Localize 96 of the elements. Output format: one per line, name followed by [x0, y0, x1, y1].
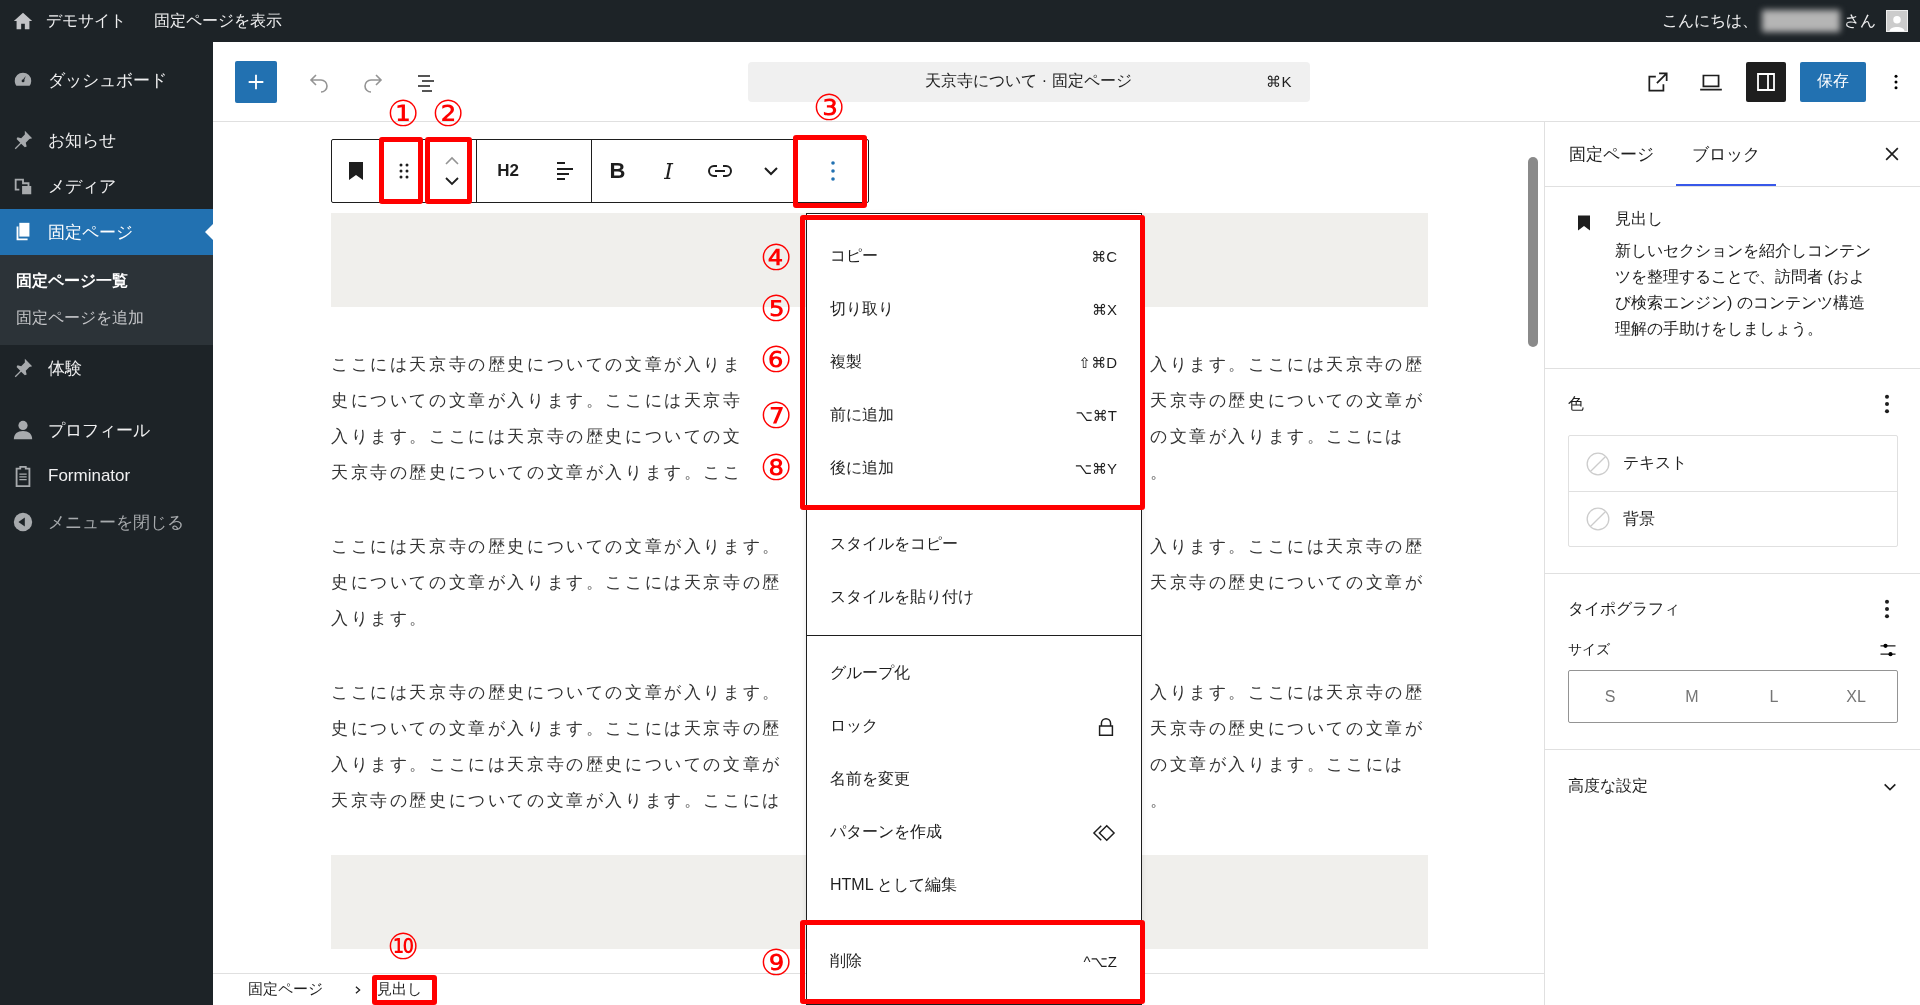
annotation-number: ⑩	[387, 927, 420, 967]
menu-item[interactable]: グループ化	[807, 647, 1141, 700]
submenu-item[interactable]: 固定ページ一覧	[0, 263, 213, 300]
annotation-number: ⑥	[760, 340, 793, 380]
sidebar-item[interactable]: プロフィール	[0, 407, 213, 453]
home-icon[interactable]	[12, 10, 34, 32]
pin-icon	[12, 129, 34, 151]
paragraph-text: 天京寺の歴史についての文章が入ります。ここ	[331, 463, 743, 482]
pin-icon	[12, 357, 34, 379]
paragraph-text: 入ります。	[331, 609, 429, 628]
honorific-text: さん	[1844, 10, 1876, 31]
color-option[interactable]: テキスト	[1569, 436, 1897, 491]
paragraph-text: の文章が入ります。ここには	[1150, 754, 1405, 776]
paragraph-text: の文章が入ります。ここには	[1150, 426, 1405, 448]
empty-swatch-icon	[1585, 506, 1611, 532]
collapse-icon	[12, 511, 34, 533]
block-title: 見出し	[1615, 209, 1664, 229]
breadcrumb-link[interactable]: 見出し	[377, 980, 422, 999]
shortcut-text: ⇧⌘D	[1078, 353, 1117, 372]
sidebar-item[interactable]: Forminator	[0, 453, 213, 499]
panel-tab[interactable]: 固定ページ	[1553, 122, 1670, 186]
annotation-number: ④	[760, 238, 793, 278]
annotation-overlay	[425, 137, 472, 204]
annotation-number: ⑧	[760, 448, 793, 488]
paragraph-text: 。	[1150, 790, 1170, 812]
person-icon	[12, 419, 34, 441]
color-option[interactable]: 背景	[1569, 491, 1897, 546]
section-title: タイポグラフィ	[1568, 598, 1680, 619]
annotation-overlay	[379, 137, 423, 204]
paragraph-text: ここには天京寺の歴史についての文章が入ります。	[331, 537, 782, 556]
annotation-number: ⑦	[760, 396, 793, 436]
menu-item[interactable]: HTML として編集	[807, 859, 1141, 912]
sidebar-item[interactable]: メディア	[0, 163, 213, 209]
annotation-number: ⑤	[760, 289, 793, 329]
shortcut-text: ^⌥Z	[1083, 952, 1117, 971]
annotation-number: ⑨	[760, 943, 793, 983]
shortcut-text: ⌘C	[1091, 247, 1117, 266]
annotation-number: ②	[432, 94, 465, 134]
italic-button[interactable]: I	[645, 140, 692, 202]
size-option[interactable]: M	[1651, 671, 1733, 722]
paragraph-text: 史についての文章が入ります。ここには天京寺の歴	[331, 573, 782, 592]
scrollbar-thumb[interactable]	[1528, 157, 1538, 347]
paragraph-text: 史についての文章が入ります。ここには天京寺の歴	[331, 719, 782, 738]
bold-button[interactable]: B	[594, 140, 641, 202]
paragraph-text: 天京寺の歴史についての文章が	[1150, 718, 1425, 740]
paragraph-text: 入ります。ここには天京寺の歴史についての文章が	[331, 755, 782, 774]
paragraph-text: 入ります。ここには天京寺の歴史についての文	[331, 427, 743, 446]
paragraph-text: 。	[1150, 462, 1170, 484]
menu-item[interactable]: 前に追加 ⌥⌘T	[807, 389, 1141, 442]
shortcut-text: ⌘X	[1092, 300, 1117, 319]
menu-item[interactable]: 名前を変更	[807, 753, 1141, 806]
field-label: サイズ	[1568, 641, 1610, 659]
empty-swatch-icon	[1585, 450, 1611, 477]
heading-level-button[interactable]: H2	[482, 140, 534, 202]
sidebar-toggle-button[interactable]	[1746, 61, 1786, 102]
sidebar-item[interactable]: 固定ページ	[0, 209, 213, 255]
submenu-item[interactable]: 固定ページを追加	[0, 300, 213, 337]
site-name-link[interactable]: デモサイト	[46, 10, 126, 32]
save-button[interactable]: 保存	[1800, 61, 1866, 102]
collapse-menu-button[interactable]: メニューを閉じる	[0, 499, 213, 545]
menu-item[interactable]: パターンを作成	[807, 806, 1141, 859]
size-option[interactable]: L	[1733, 671, 1815, 722]
add-block-button[interactable]	[235, 60, 277, 103]
paragraph-text: 入ります。ここには天京寺の歴	[1150, 682, 1425, 704]
sidebar-item[interactable]: お知らせ	[0, 117, 213, 163]
menu-item[interactable]: 後に追加 ⌥⌘Y	[807, 442, 1141, 495]
size-option[interactable]: S	[1569, 671, 1651, 722]
menu-item[interactable]: 複製 ⇧⌘D	[807, 336, 1141, 389]
section-title: 高度な設定	[1568, 776, 1648, 796]
shortcut-text: ⌥⌘T	[1075, 406, 1117, 425]
breadcrumb-link[interactable]: 固定ページ	[248, 980, 323, 999]
paragraph-text: 入ります。ここには天京寺の歴	[1150, 354, 1425, 376]
menu-item[interactable]: スタイルをコピー	[807, 518, 1141, 571]
paragraph-text: 史についての文章が入ります。ここには天京寺	[331, 391, 743, 410]
view-page-link[interactable]: 固定ページを表示	[154, 10, 282, 32]
paragraph-text: 天京寺の歴史についての文章が	[1150, 390, 1425, 412]
paragraph-text: 入ります。ここには天京寺の歴	[1150, 536, 1425, 558]
sidebar-item[interactable]: 体験	[0, 345, 213, 391]
annotation-overlay	[372, 975, 437, 1005]
block-description: 新しいセクションを紹介しコンテンツを整理することで、訪問者 (および検索エンジン) のコンテンツ構造理解の手助けをしましょう。	[1615, 241, 1872, 339]
bookmark-icon	[1575, 213, 1593, 233]
size-option[interactable]: XL	[1815, 671, 1897, 722]
panel-tab[interactable]: ブロック	[1676, 122, 1776, 186]
paragraph-text: ここには天京寺の歴史についての文章が入ります。	[331, 683, 782, 702]
paragraph-text: ここには天京寺の歴史についての文章が入りま	[331, 355, 743, 374]
sidebar-item[interactable]: ダッシュボード	[0, 57, 213, 103]
advanced-section-toggle[interactable]: 高度な設定	[1545, 750, 1920, 823]
shortcut-text: ⌥⌘Y	[1074, 459, 1117, 478]
greeting-text: こんにちは、	[1662, 10, 1758, 31]
annotation-number: ①	[387, 94, 420, 134]
shortcut-text: ⌘K	[1266, 72, 1292, 91]
section-title: 色	[1568, 393, 1584, 414]
menu-item[interactable]: ロック	[807, 700, 1141, 753]
paragraph-text: 天京寺の歴史についての文章が入ります。ここには	[331, 791, 782, 810]
paragraph-text: 天京寺の歴史についての文章が	[1150, 572, 1425, 594]
menu-item[interactable]: スタイルを貼り付け	[807, 571, 1141, 624]
